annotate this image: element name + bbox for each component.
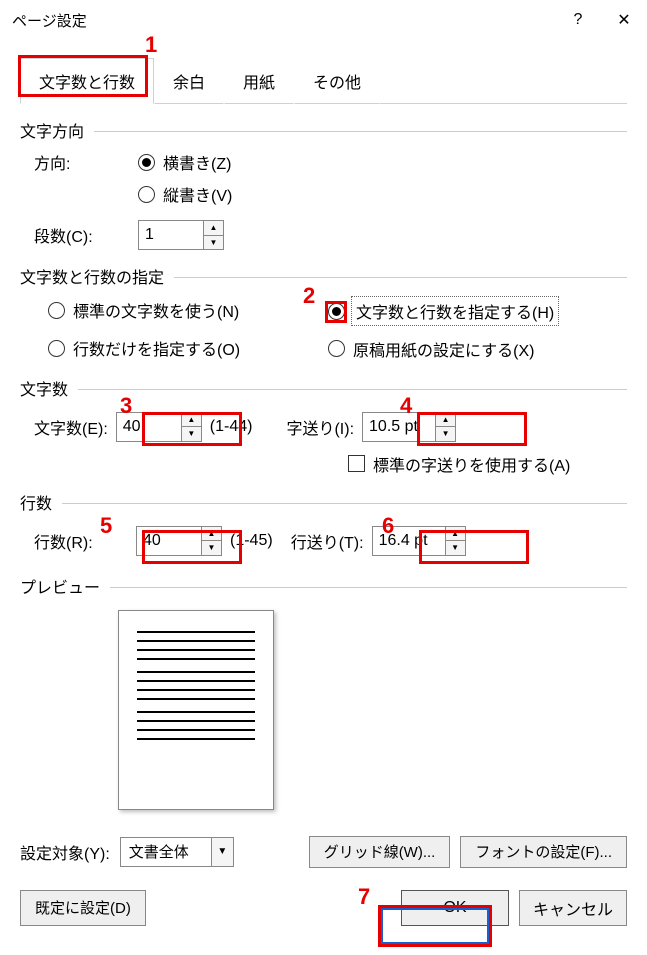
spinner-up-icon[interactable]: ▲ xyxy=(446,527,465,542)
columns-input[interactable] xyxy=(139,221,203,249)
radio-icon xyxy=(328,340,345,357)
cancel-button[interactable]: キャンセル xyxy=(519,890,627,926)
lines-range: (1-45) xyxy=(230,532,273,550)
checkbox-default-pitch[interactable]: 標準の字送りを使用する(A) xyxy=(348,452,570,476)
dialog-title: ページ設定 xyxy=(12,10,555,31)
tab-margins[interactable]: 余白 xyxy=(154,58,224,104)
ok-button[interactable]: OK xyxy=(401,890,509,926)
tab-bar: 文字数と行数 余白 用紙 その他 xyxy=(20,58,627,104)
radio-icon xyxy=(48,302,65,319)
font-settings-button[interactable]: フォントの設定(F)... xyxy=(460,836,627,868)
tab-chars-lines[interactable]: 文字数と行数 xyxy=(20,58,154,104)
line-pitch-label: 行送り(T): xyxy=(291,529,364,553)
lines-spinner[interactable]: ▲▼ xyxy=(136,526,222,556)
section-grid-title: 文字数と行数の指定 xyxy=(20,264,164,288)
radio-standard-chars[interactable]: 標準の文字数を使う(N) xyxy=(48,298,239,322)
spinner-up-icon[interactable]: ▲ xyxy=(202,527,221,542)
char-pitch-input[interactable] xyxy=(363,413,435,441)
tab-other[interactable]: その他 xyxy=(294,58,380,104)
section-direction-title: 文字方向 xyxy=(20,118,84,142)
spinner-up-icon[interactable]: ▲ xyxy=(182,413,201,428)
line-pitch-spinner[interactable]: ▲▼ xyxy=(372,526,466,556)
set-default-button[interactable]: 既定に設定(D) xyxy=(20,890,146,926)
columns-spinner[interactable]: ▲▼ xyxy=(138,220,224,250)
chars-range: (1-44) xyxy=(210,418,253,436)
spinner-down-icon[interactable]: ▼ xyxy=(202,541,221,555)
tab-paper[interactable]: 用紙 xyxy=(224,58,294,104)
section-chars-title: 文字数 xyxy=(20,376,68,400)
apply-to-label: 設定対象(Y): xyxy=(20,840,110,864)
preview-label: プレビュー xyxy=(20,574,100,598)
radio-horizontal[interactable]: 横書き(Z) xyxy=(138,150,231,174)
radio-vertical[interactable]: 縦書き(V) xyxy=(138,182,232,206)
direction-label: 方向: xyxy=(34,150,138,174)
radio-icon xyxy=(328,303,345,320)
chevron-down-icon: ▼ xyxy=(211,838,233,866)
radio-icon xyxy=(48,340,65,357)
close-button[interactable]: ✕ xyxy=(601,0,647,40)
spinner-down-icon[interactable]: ▼ xyxy=(446,541,465,555)
checkbox-icon xyxy=(348,455,365,472)
radio-icon xyxy=(138,186,155,203)
lines-input[interactable] xyxy=(137,527,201,555)
help-button[interactable]: ? xyxy=(555,0,601,40)
radio-lines-only[interactable]: 行数だけを指定する(O) xyxy=(48,336,240,360)
preview-box xyxy=(118,610,274,810)
section-lines-title: 行数 xyxy=(20,490,52,514)
spinner-up-icon[interactable]: ▲ xyxy=(436,413,455,428)
spinner-up-icon[interactable]: ▲ xyxy=(204,221,223,236)
radio-specify-chars-lines[interactable]: 文字数と行数を指定する(H) xyxy=(328,298,557,324)
columns-label: 段数(C): xyxy=(34,223,138,247)
spinner-down-icon[interactable]: ▼ xyxy=(182,427,201,441)
spinner-down-icon[interactable]: ▼ xyxy=(436,427,455,441)
char-pitch-spinner[interactable]: ▲▼ xyxy=(362,412,456,442)
chars-label: 文字数(E): xyxy=(34,415,108,439)
titlebar: ページ設定 ? ✕ xyxy=(0,0,647,40)
radio-icon xyxy=(138,154,155,171)
apply-to-select[interactable]: 文書全体 ▼ xyxy=(120,837,234,867)
radio-genkou[interactable]: 原稿用紙の設定にする(X) xyxy=(328,337,535,361)
spinner-down-icon[interactable]: ▼ xyxy=(204,236,223,250)
lines-label: 行数(R): xyxy=(34,529,128,553)
chars-input[interactable] xyxy=(117,413,181,441)
gridlines-button[interactable]: グリッド線(W)... xyxy=(309,836,451,868)
chars-spinner[interactable]: ▲▼ xyxy=(116,412,202,442)
char-pitch-label: 字送り(I): xyxy=(286,415,354,439)
line-pitch-input[interactable] xyxy=(373,527,445,555)
